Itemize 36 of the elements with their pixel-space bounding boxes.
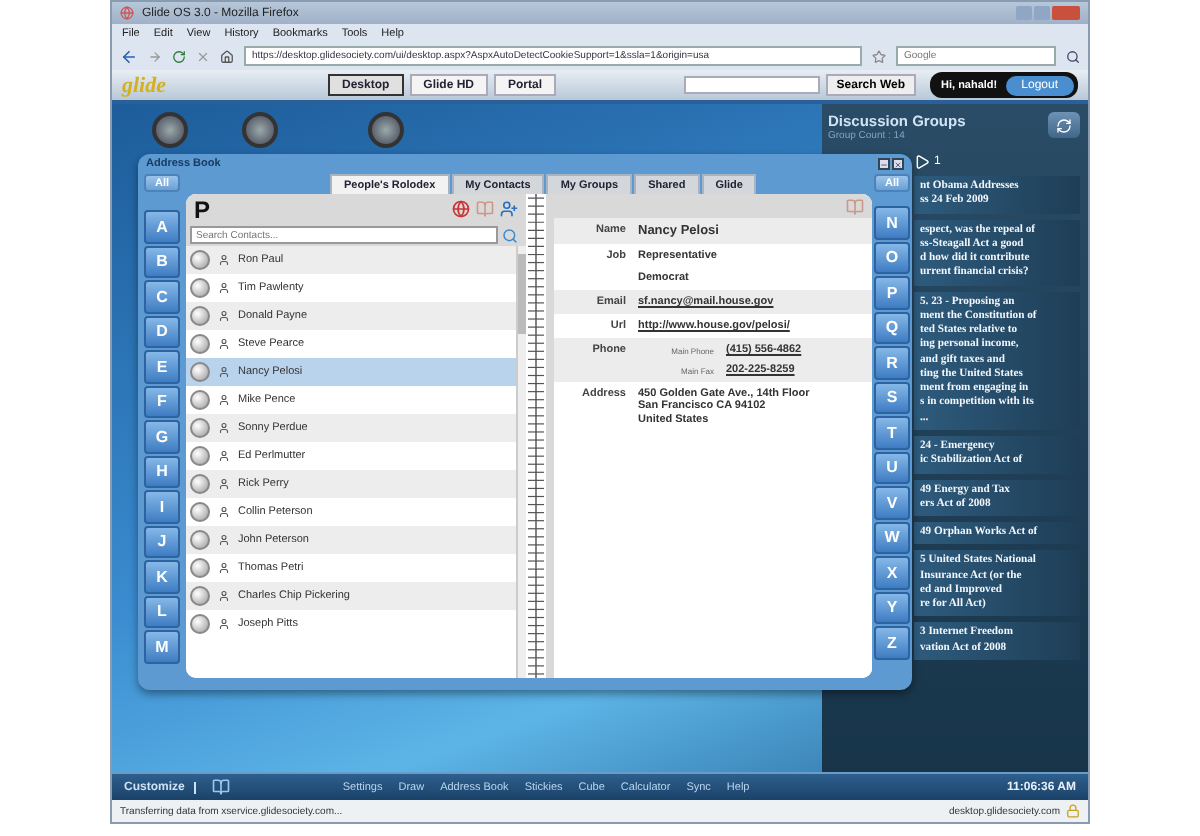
person-icon: [218, 366, 230, 378]
person-icon: [218, 562, 230, 574]
person-icon: [218, 310, 230, 322]
add-contact-icon[interactable]: [500, 200, 518, 218]
play-icon[interactable]: [914, 154, 930, 170]
back-icon[interactable]: [120, 47, 138, 65]
person-icon: [218, 338, 230, 350]
search-field[interactable]: [684, 76, 821, 94]
person-icon: [218, 254, 230, 266]
person-icon: [218, 506, 230, 518]
search-icon[interactable]: [502, 227, 518, 243]
desktop-icon[interactable]: [152, 112, 188, 148]
person-icon: [218, 478, 230, 490]
star-icon[interactable]: [872, 49, 886, 63]
person-icon: [218, 394, 230, 406]
person-icon: [218, 282, 230, 294]
search-icon[interactable]: [1066, 49, 1080, 63]
person-icon: [218, 618, 230, 630]
person-icon: [218, 590, 230, 602]
lock-icon: [1066, 804, 1080, 818]
person-icon: [218, 534, 230, 546]
reload-icon[interactable]: [172, 49, 186, 63]
refresh-icon: [1056, 117, 1072, 133]
stop-icon[interactable]: [196, 49, 210, 63]
desktop-icon[interactable]: [368, 112, 404, 148]
forward-icon[interactable]: [148, 49, 162, 63]
refresh-button[interactable]: [1048, 112, 1080, 138]
home-icon[interactable]: [220, 49, 234, 63]
globe-icon[interactable]: [452, 200, 470, 218]
current-letter: P: [194, 195, 211, 223]
person-icon: [218, 422, 230, 434]
minimize-button[interactable]: [878, 158, 890, 170]
person-icon: [218, 450, 230, 462]
browser-logo-icon: [120, 6, 134, 20]
desktop-icon[interactable]: [242, 112, 278, 148]
close-button[interactable]: [892, 158, 904, 170]
